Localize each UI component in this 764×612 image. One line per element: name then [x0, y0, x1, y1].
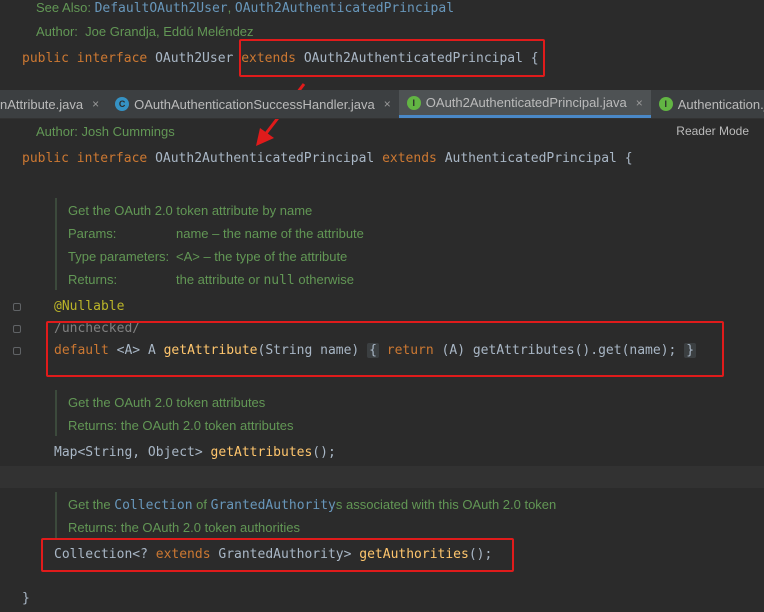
- see-also-link-defaultoauth2user[interactable]: DefaultOAuth2User: [95, 1, 228, 16]
- highlight-getattribute-box: [46, 321, 724, 377]
- caret-line: [0, 466, 764, 488]
- get-attributes-doc-returns: Returns: the OAuth 2.0 token attributes: [68, 418, 294, 433]
- interface-icon: I: [406, 95, 421, 110]
- doc-bar: [55, 198, 57, 290]
- parent-authenticatedprincipal[interactable]: AuthenticatedPrincipal: [445, 151, 617, 166]
- fold-marker-icon[interactable]: [13, 303, 21, 311]
- interface-name-oauth2user[interactable]: OAuth2User: [155, 51, 233, 66]
- close-icon[interactable]: ×: [384, 97, 391, 111]
- returns-value: the attribute or null otherwise: [176, 272, 355, 288]
- doc-bar: [55, 390, 57, 436]
- close-icon[interactable]: ×: [92, 97, 99, 111]
- fold-marker-icon[interactable]: [13, 325, 21, 333]
- type-params-value: <A> – the type of the attribute: [176, 249, 348, 264]
- params-label: Params:: [68, 226, 117, 241]
- interface-name[interactable]: OAuth2AuthenticatedPrincipal: [155, 151, 374, 166]
- close-icon[interactable]: ×: [636, 96, 643, 110]
- closing-brace: }: [22, 591, 30, 606]
- main-author-line: Author: Josh Cummings: [36, 124, 175, 139]
- returns-label: Returns:: [68, 272, 118, 287]
- method-getattributes[interactable]: getAttributes: [211, 445, 313, 460]
- doc-bar: [55, 492, 57, 538]
- reader-mode-button[interactable]: Reader Mode: [676, 124, 749, 138]
- tab-oauth2authenticatedprincipal-java[interactable]: I OAuth2AuthenticatedPrincipal.java ×: [398, 90, 651, 118]
- nullable-annotation: @Nullable: [54, 299, 125, 314]
- oauth2authenticatedprincipal-declaration: public interface OAuth2AuthenticatedPrin…: [22, 151, 633, 166]
- tab-attribute-java[interactable]: nAttribute.java ×: [0, 90, 107, 118]
- get-attributes-signature: Map<String, Object> getAttributes();: [54, 445, 336, 460]
- get-authorities-doc-returns: Returns: the OAuth 2.0 token authorities: [68, 520, 300, 535]
- highlight-getauthorities-box: [41, 538, 514, 572]
- tab-oauthauthenticationsuccesshandler-java[interactable]: C OAuthAuthenticationSuccessHandler.java…: [107, 90, 399, 118]
- link-grantedauthority[interactable]: GrantedAuthority: [211, 498, 336, 513]
- get-attributes-doc-summary: Get the OAuth 2.0 token attributes: [68, 395, 266, 410]
- highlight-extends-box: [239, 39, 545, 77]
- interface-icon: I: [658, 97, 673, 111]
- see-also-link-oauth2authenticatedprincipal[interactable]: OAuth2AuthenticatedPrincipal: [235, 1, 454, 16]
- type-params-label: Type parameters:: [68, 249, 170, 264]
- top-author-line: Author: Joe Grandja, Eddú Meléndez: [36, 24, 254, 39]
- see-also-line: See Also: DefaultOAuth2User, OAuth2Authe…: [36, 0, 455, 16]
- class-icon: C: [115, 97, 130, 111]
- fold-marker-icon[interactable]: [13, 347, 21, 355]
- editor-tab-bar: nAttribute.java × C OAuthAuthenticationS…: [0, 90, 764, 119]
- tab-authentication-java[interactable]: I Authentication.java: [651, 90, 764, 118]
- params-value: name – the name of the attribute: [176, 226, 364, 241]
- get-attribute-doc-summary: Get the OAuth 2.0 token attribute by nam…: [68, 203, 313, 218]
- get-authorities-doc-summary: Get the Collection of GrantedAuthoritys …: [68, 497, 557, 513]
- link-collection[interactable]: Collection: [114, 498, 192, 513]
